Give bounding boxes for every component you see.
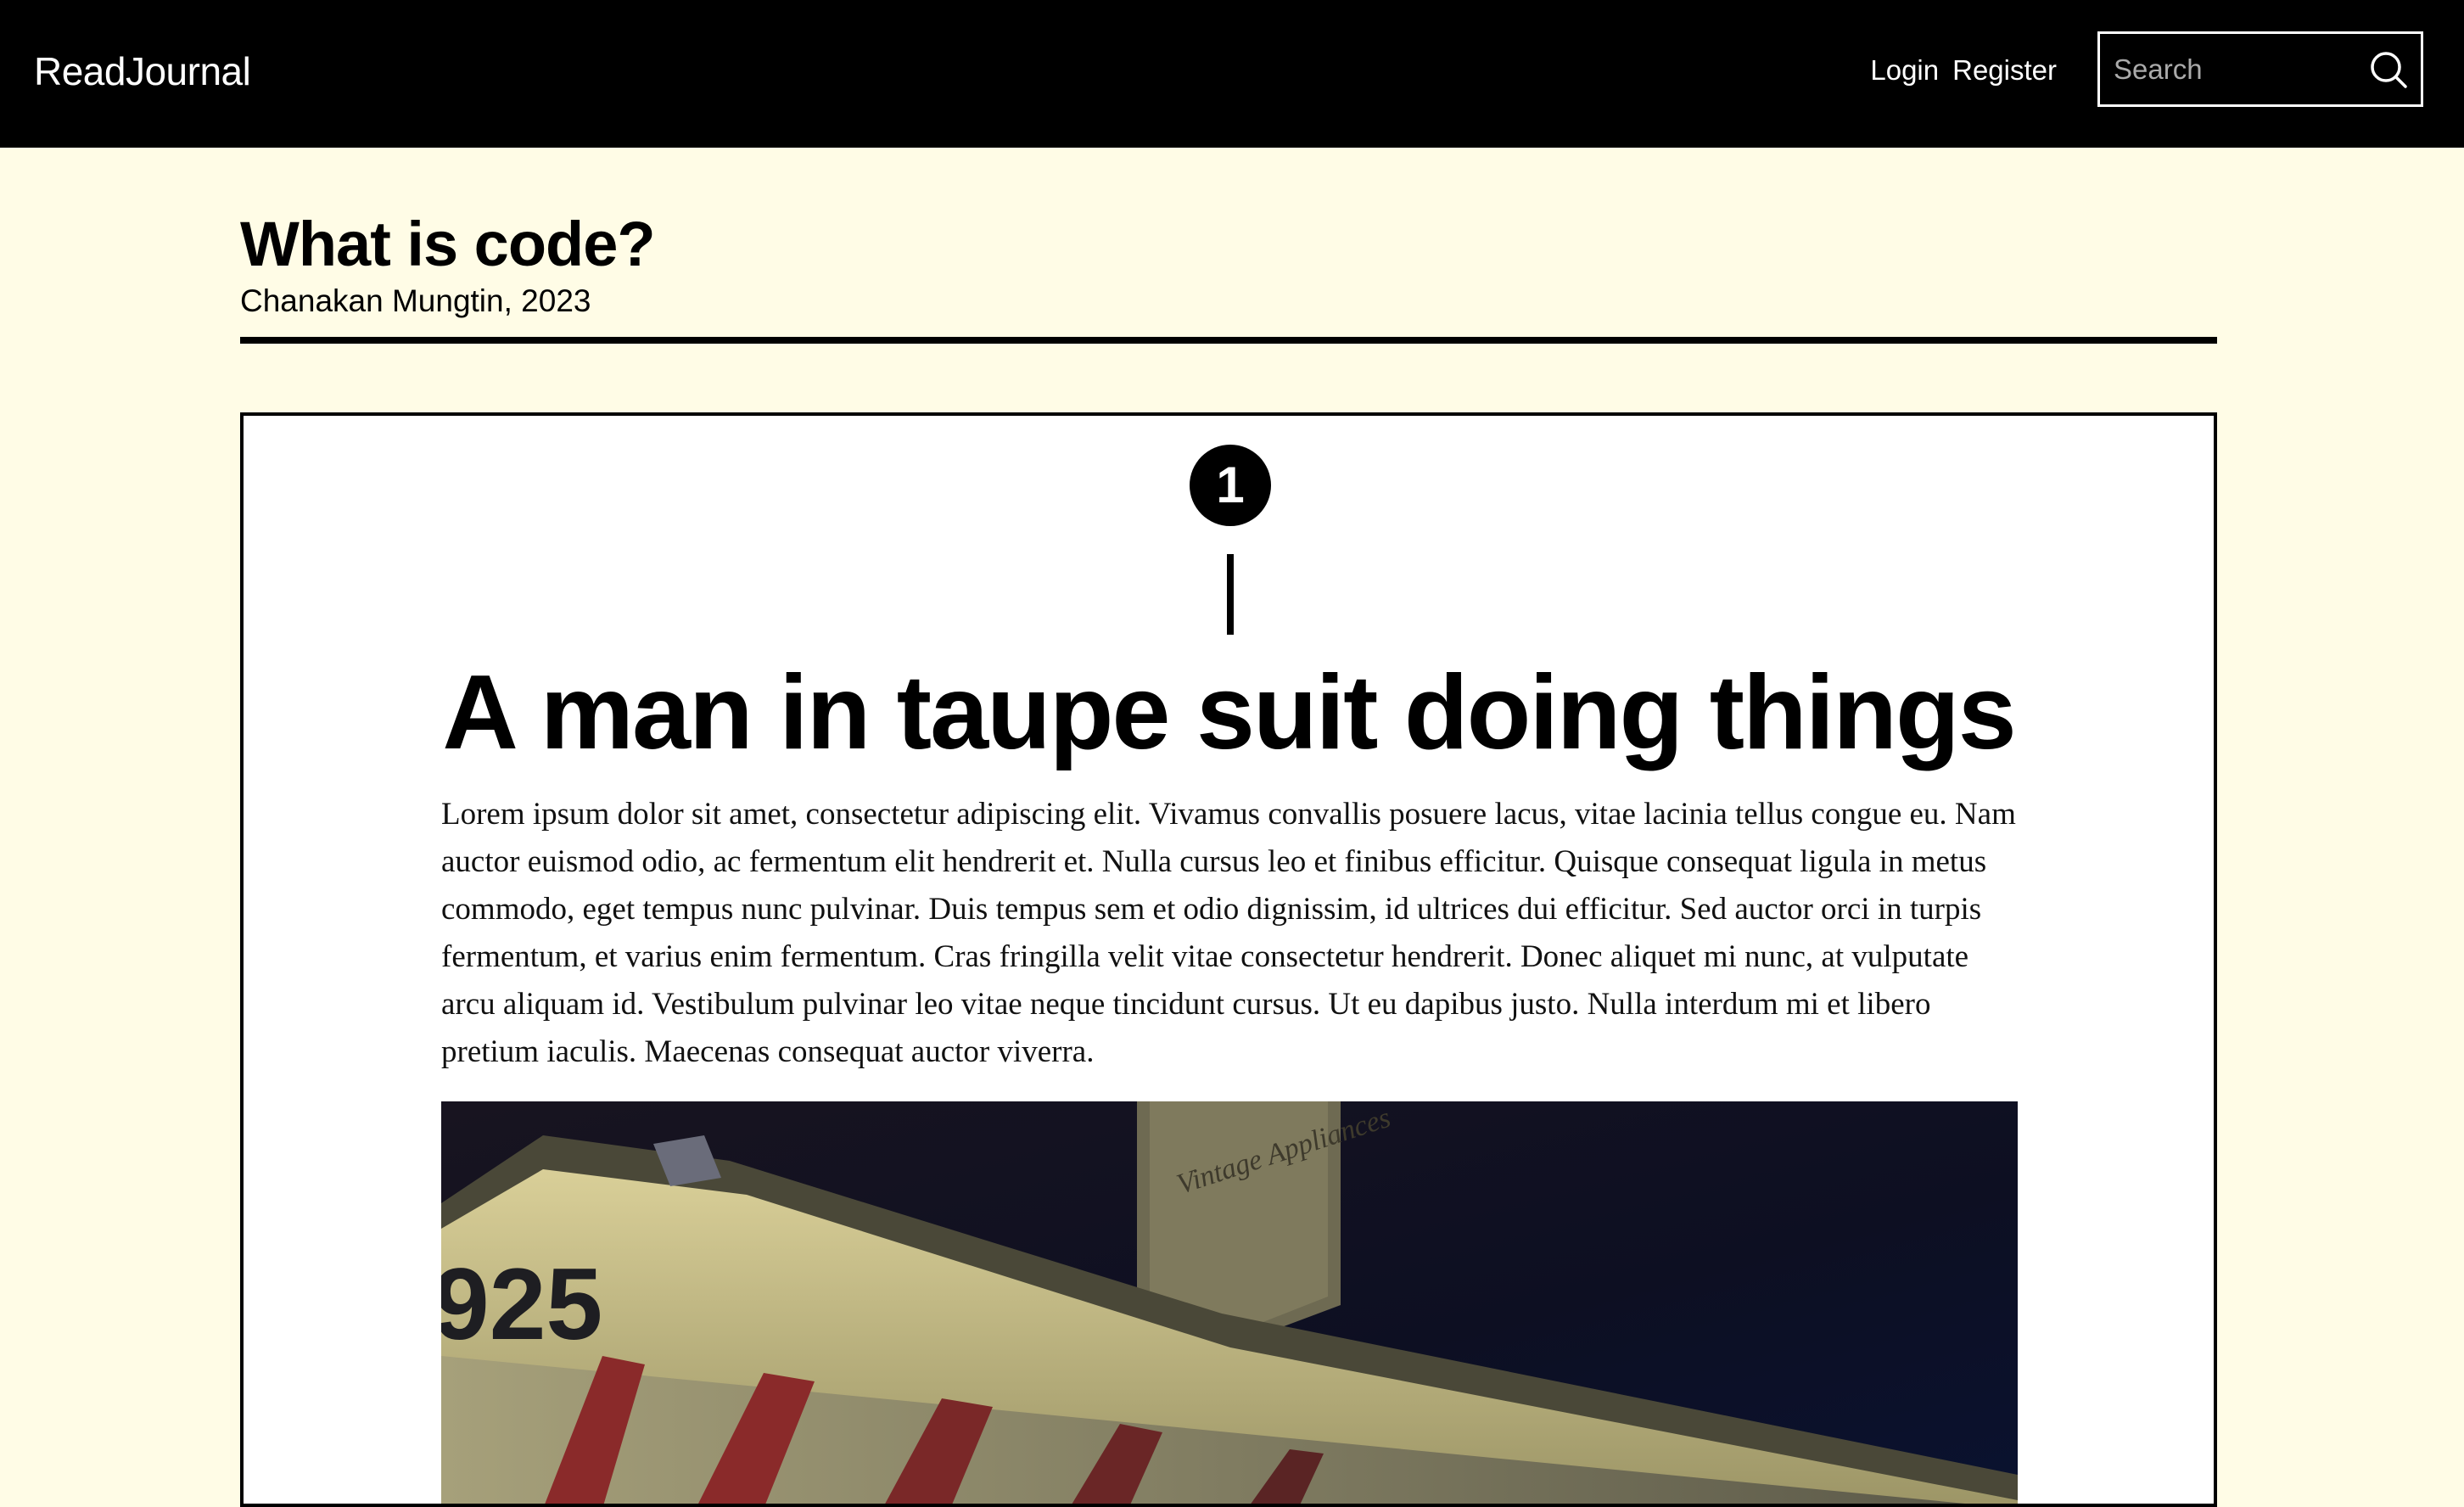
auth-links: Login Register: [1870, 49, 2057, 92]
brand-logo-link[interactable]: ReadJournal: [34, 44, 251, 98]
search-input[interactable]: [2112, 34, 2358, 104]
step-number-badge: 1: [1190, 445, 1271, 526]
title-divider: [240, 337, 2217, 344]
author-byline: Chanakan Mungtin, 2023: [240, 283, 591, 318]
search-icon[interactable]: [2368, 49, 2409, 90]
search-box: [2097, 31, 2423, 107]
article-section-card: 1 A man in taupe suit doing things Lorem…: [240, 412, 2217, 1507]
section-photo: Vintage Appliances 925: [441, 1101, 2018, 1504]
page-title: What is code?: [240, 209, 656, 279]
login-link[interactable]: Login: [1870, 49, 1939, 92]
photo-number-text: 925: [441, 1247, 602, 1361]
top-navbar: ReadJournal Login Register: [0, 0, 2464, 148]
section-heading: A man in taupe suit doing things: [442, 654, 2016, 771]
section-body-text: Lorem ipsum dolor sit amet, consectetur …: [441, 797, 2016, 1069]
register-link[interactable]: Register: [1952, 49, 2057, 92]
step-connector-line: [1227, 554, 1234, 635]
